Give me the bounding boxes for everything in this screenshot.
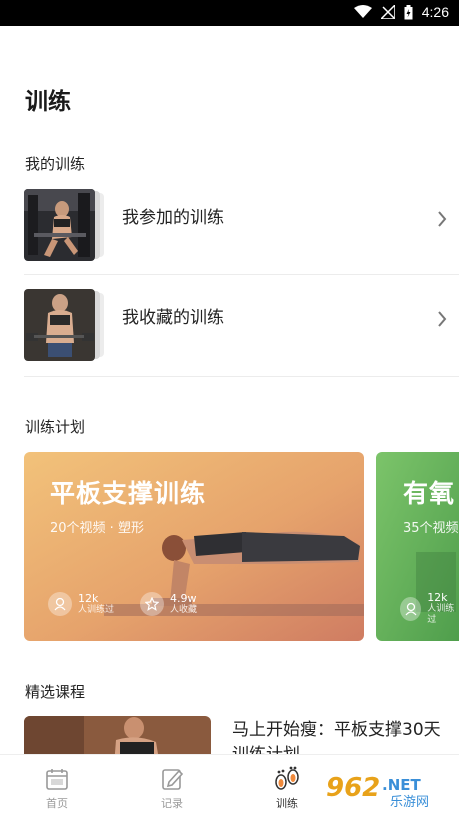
stat-value: 12k [78,591,99,605]
calendar-icon [45,765,69,793]
thumbnail-stack [24,189,104,261]
my-joined-training-row[interactable]: 我参加的训练 [24,189,459,261]
star-icon [140,592,164,616]
trained-count-stat: 12k 人训练过 [48,592,114,616]
chevron-right-icon [438,311,447,327]
stat-label: 人训练过 [427,604,455,625]
favorite-training-thumbnail [24,289,95,361]
chevron-right-icon [438,211,447,227]
tab-label: 记录 [161,797,183,810]
battery-icon [404,4,413,19]
svg-text:.NET: .NET [382,776,421,794]
row-label-favorite: 我收藏的训练 [122,308,224,328]
stat-value: 12k [427,591,448,604]
tab-training[interactable]: 训练 [247,755,327,816]
courses-section-title: 精选课程 [25,683,86,701]
status-bar: 4:26 [0,0,459,26]
tab-record[interactable]: 记录 [132,755,212,816]
divider [24,376,459,377]
edit-icon [160,765,184,793]
divider [24,274,459,275]
plan-card-subtitle: 20个视频 · 塑形 [50,521,144,536]
row-label-joined: 我参加的训练 [122,208,224,228]
my-favorite-training-row[interactable]: 我收藏的训练 [24,289,459,361]
user-icon [48,592,72,616]
tab-label: 首页 [46,797,68,810]
tab-home[interactable]: 首页 [17,755,97,816]
no-signal-icon [380,5,395,19]
svg-text:乐游网: 乐游网 [390,795,429,810]
joined-training-thumbnail [24,189,95,261]
plan-card-plank[interactable]: 平板支撑训练 20个视频 · 塑形 12k 人训练过 4.9w 人收藏 [24,452,364,641]
stat-label: 人训练过 [78,604,115,615]
thumbnail-stack [24,289,104,361]
favorite-count-stat: 4.9w 人收藏 [140,592,197,616]
user-icon [400,597,422,621]
stat-label: 人收藏 [170,604,198,615]
site-watermark-logo: 962 .NET 乐游网 [320,768,456,810]
plan-card-title: 有氧 [403,479,456,508]
plan-card-aerobic[interactable]: 有氧 35个视频 12k 人训练过 [376,452,459,641]
svg-text:962: 962 [326,773,380,803]
plan-card-subtitle: 35个视频 [403,521,459,536]
my-training-section-title: 我的训练 [25,155,86,173]
tab-label: 训练 [276,797,298,810]
wifi-icon [353,5,372,18]
footprint-icon [273,765,301,793]
plans-section-title: 训练计划 [25,418,86,436]
page-title: 训练 [25,89,71,115]
stat-value: 4.9w [170,591,197,605]
status-time: 4:26 [421,4,449,20]
plan-card-title: 平板支撑训练 [50,479,207,508]
trained-count-stat: 12k 人训练过 [400,592,459,626]
